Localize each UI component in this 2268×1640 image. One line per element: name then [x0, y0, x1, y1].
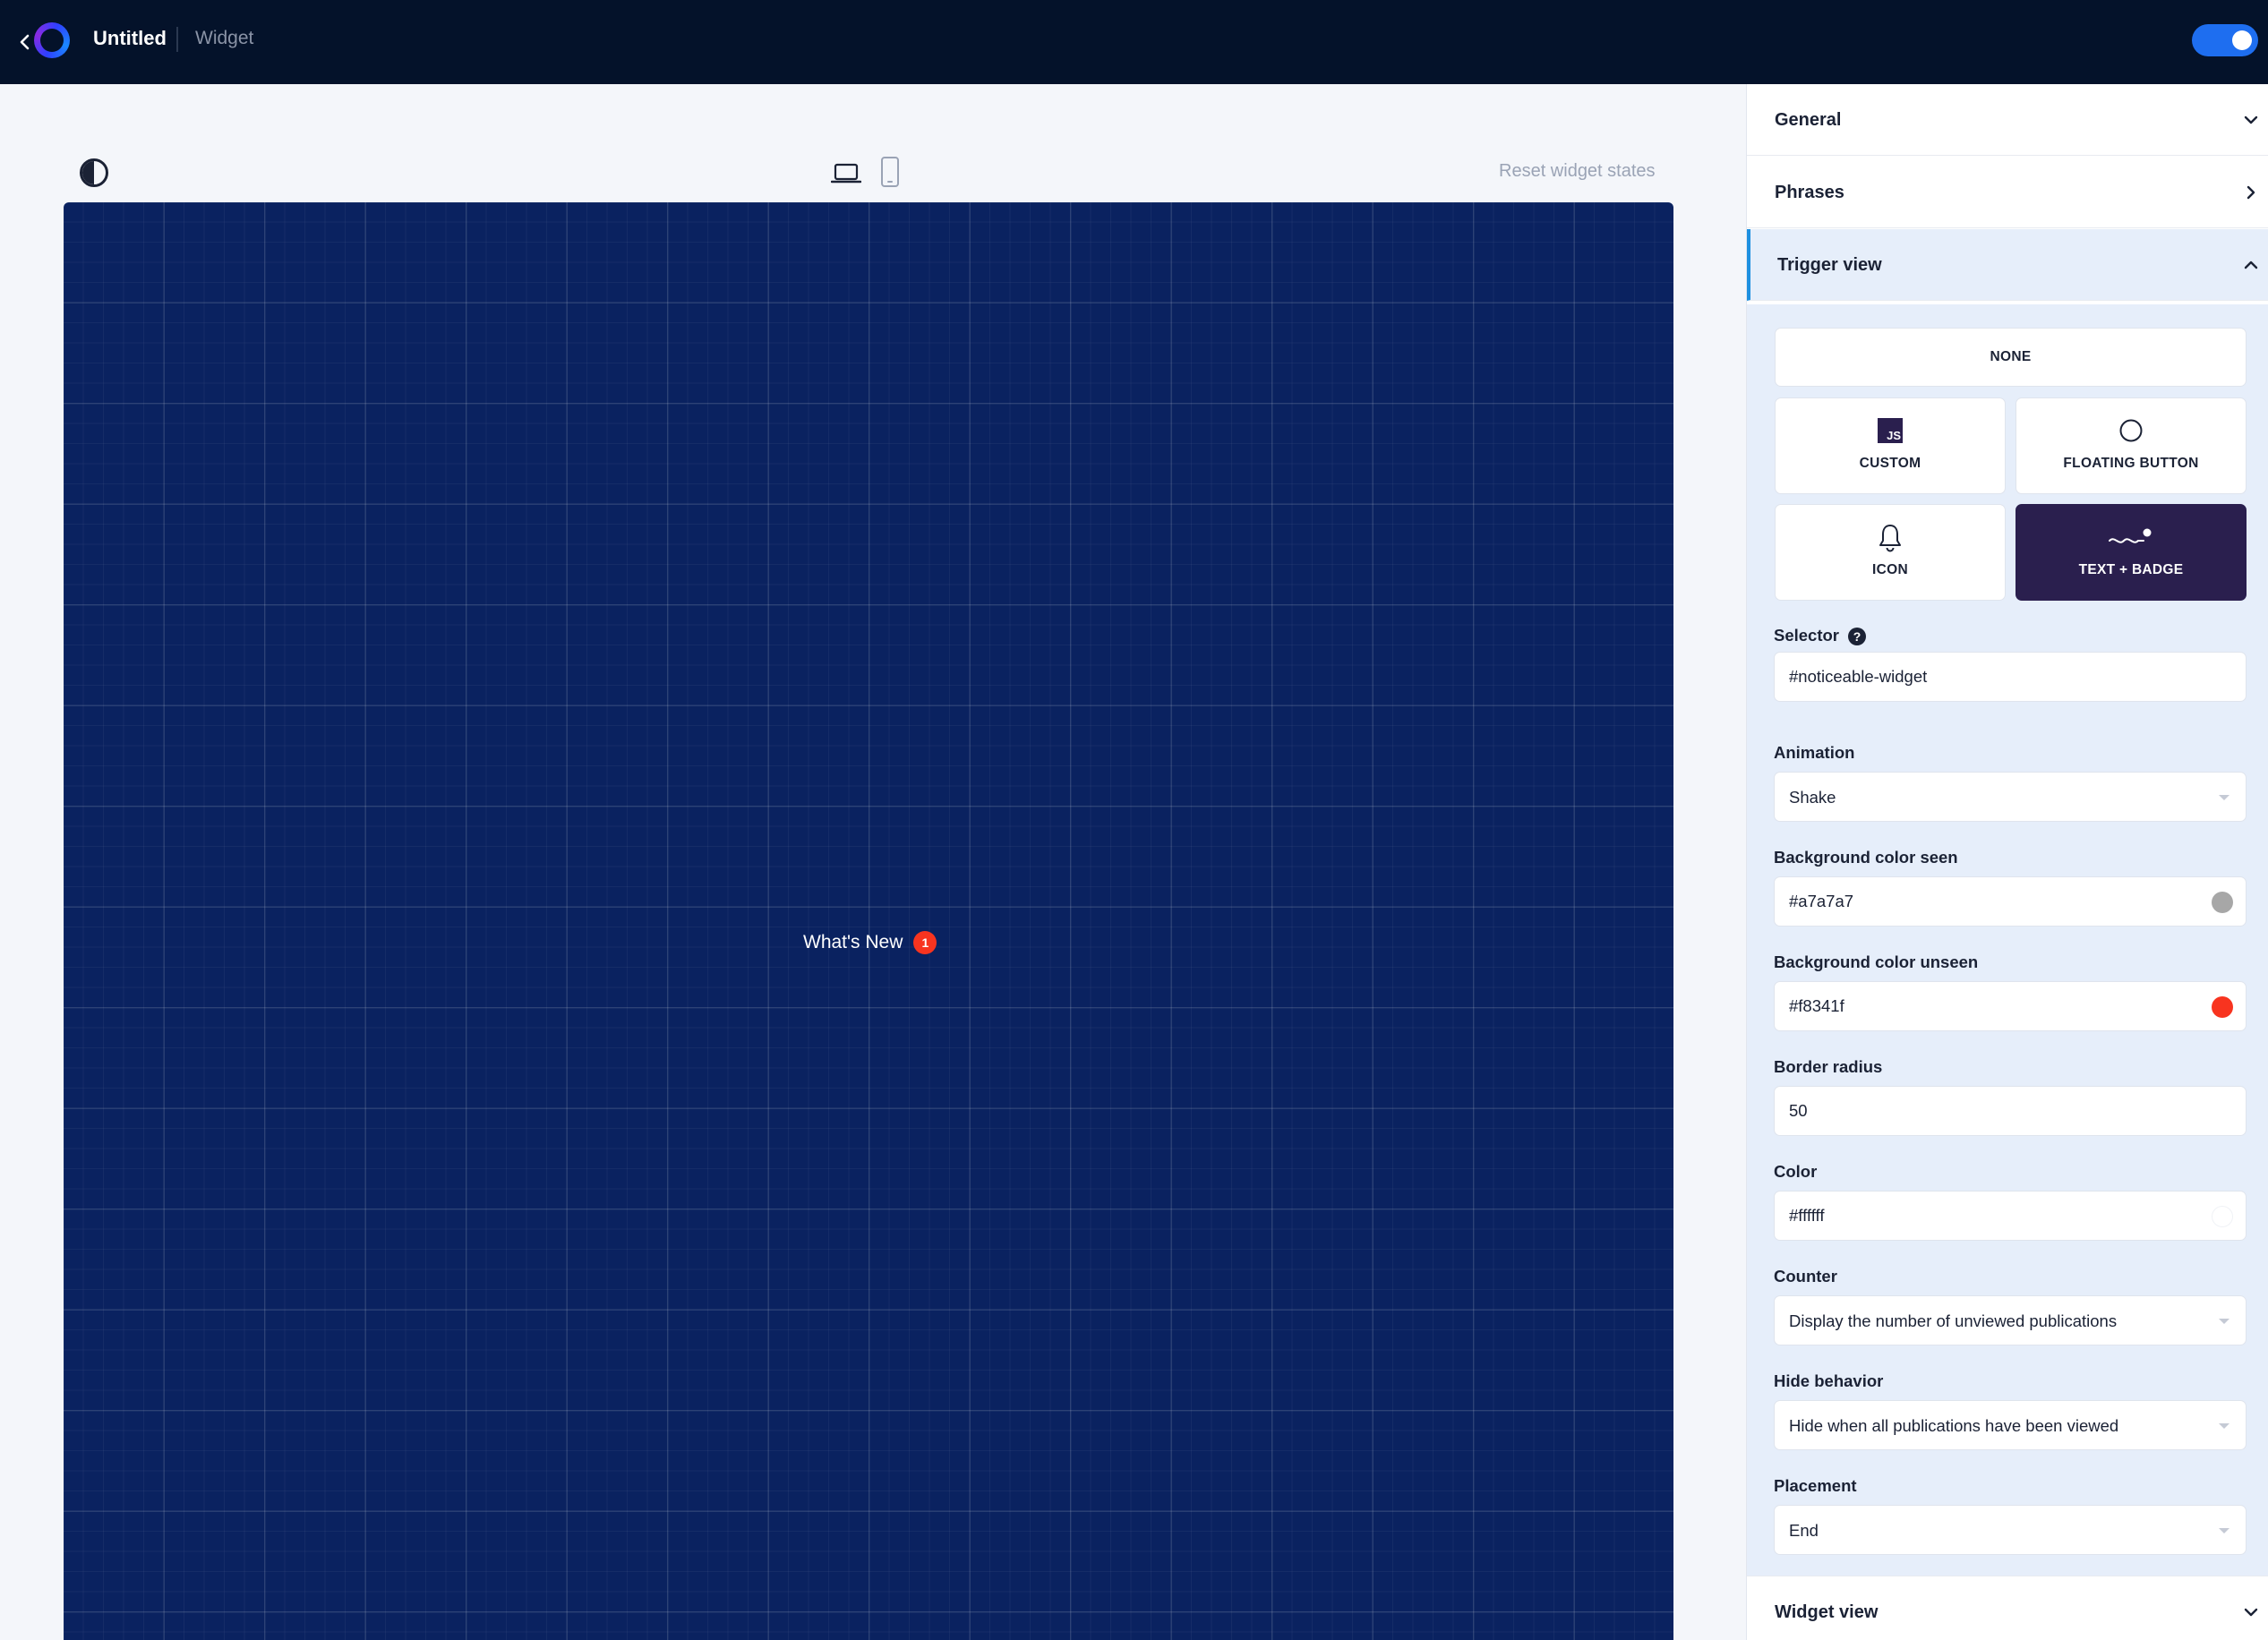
trigger-option-text-badge[interactable]: TEXT + BADGE [2016, 504, 2247, 601]
color-field[interactable] [1774, 1191, 2247, 1241]
section-phrases-label: Phrases [1775, 183, 1844, 202]
color-input[interactable] [1775, 1192, 2246, 1240]
caret-down-icon [2219, 1528, 2229, 1533]
border-radius-input[interactable] [1775, 1087, 2246, 1135]
hide-behavior-select[interactable]: Hide when all publications have been vie… [1774, 1400, 2247, 1450]
chevron-right-icon [2247, 185, 2255, 200]
color-swatch-unseen[interactable] [2212, 996, 2233, 1018]
trigger-preview[interactable]: What's New 1 [803, 931, 937, 954]
text-badge-icon [2109, 528, 2152, 543]
caret-down-icon [2219, 1423, 2229, 1429]
app-logo [34, 22, 70, 58]
widget-title[interactable]: Untitled [93, 27, 167, 50]
widget-type-label: Widget [195, 28, 254, 48]
mobile-phone-icon[interactable] [879, 156, 901, 188]
preview-toolbar: Reset widget states [0, 84, 1746, 202]
animation-value: Shake [1789, 788, 1836, 807]
bg-color-seen-input[interactable] [1775, 877, 2246, 926]
bg-color-seen-label: Background color seen [1774, 848, 1958, 867]
counter-label: Counter [1774, 1267, 1837, 1286]
hide-behavior-value: Hide when all publications have been vie… [1789, 1416, 2119, 1435]
bg-color-seen-field[interactable] [1774, 876, 2247, 927]
counter-value: Display the number of unviewed publicati… [1789, 1311, 2118, 1330]
section-general[interactable]: General [1747, 84, 2268, 156]
bell-icon [1879, 525, 1901, 552]
caret-down-icon [2219, 1319, 2229, 1324]
publish-toggle[interactable] [2192, 24, 2258, 56]
animation-label: Animation [1774, 743, 1855, 762]
section-trigger-view-label: Trigger view [1777, 255, 1882, 275]
selector-field[interactable] [1774, 652, 2247, 702]
help-question-icon[interactable]: ? [1848, 628, 1867, 646]
section-widget-view[interactable]: Widget view [1747, 1576, 2268, 1640]
section-widget-view-label: Widget view [1775, 1602, 1879, 1622]
javascript-icon: JS [1878, 418, 1903, 443]
animation-select[interactable]: Shake [1774, 772, 2247, 822]
laptop-icon[interactable] [831, 159, 861, 186]
border-radius-field[interactable] [1774, 1086, 2247, 1136]
bg-color-unseen-input[interactable] [1775, 982, 2246, 1030]
trigger-option-none[interactable]: NONE [1775, 328, 2247, 387]
color-swatch-seen[interactable] [2212, 892, 2233, 913]
back-arrow-icon[interactable] [14, 29, 36, 56]
chevron-down-icon [2244, 115, 2258, 124]
border-radius-label: Border radius [1774, 1057, 1883, 1076]
trigger-view-settings: NONE JS CUSTOM FLOATING BUTTON ICON TEXT… [1747, 304, 2268, 1576]
chevron-up-icon [2244, 261, 2258, 269]
placement-select[interactable]: End [1774, 1505, 2247, 1555]
trigger-option-icon[interactable]: ICON [1775, 504, 2006, 601]
selector-input[interactable] [1775, 653, 2246, 701]
toggle-knob [2232, 30, 2252, 50]
section-general-label: General [1775, 110, 1842, 130]
selector-label: Selector? [1774, 626, 1867, 646]
title-divider [176, 27, 178, 52]
section-trigger-view[interactable]: Trigger view [1747, 229, 2268, 301]
unseen-count-badge: 1 [913, 931, 937, 954]
top-bar: Untitled Widget [0, 0, 2268, 84]
trigger-option-floating-button[interactable]: FLOATING BUTTON [2016, 397, 2247, 494]
bg-color-unseen-field[interactable] [1774, 981, 2247, 1031]
widget-preview-canvas: What's New 1 [64, 202, 1673, 1640]
theme-contrast-icon[interactable] [80, 158, 108, 187]
placement-value: End [1789, 1521, 1819, 1540]
trigger-option-custom[interactable]: JS CUSTOM [1775, 397, 2006, 494]
hide-behavior-label: Hide behavior [1774, 1371, 1884, 1390]
caret-down-icon [2219, 795, 2229, 800]
trigger-text: What's New [803, 932, 903, 952]
settings-panel: General Phrases Trigger view NONE JS CUS… [1746, 84, 2268, 1640]
color-label: Color [1774, 1162, 1818, 1181]
counter-select[interactable]: Display the number of unviewed publicati… [1774, 1295, 2247, 1345]
section-phrases[interactable]: Phrases [1747, 157, 2268, 228]
color-swatch-text[interactable] [2212, 1206, 2233, 1227]
chevron-down-icon [2244, 1608, 2258, 1617]
reset-widget-states-link[interactable]: Reset widget states [1499, 161, 1656, 182]
placement-label: Placement [1774, 1476, 1857, 1495]
circle-icon [2119, 419, 2143, 442]
bg-color-unseen-label: Background color unseen [1774, 952, 1979, 971]
